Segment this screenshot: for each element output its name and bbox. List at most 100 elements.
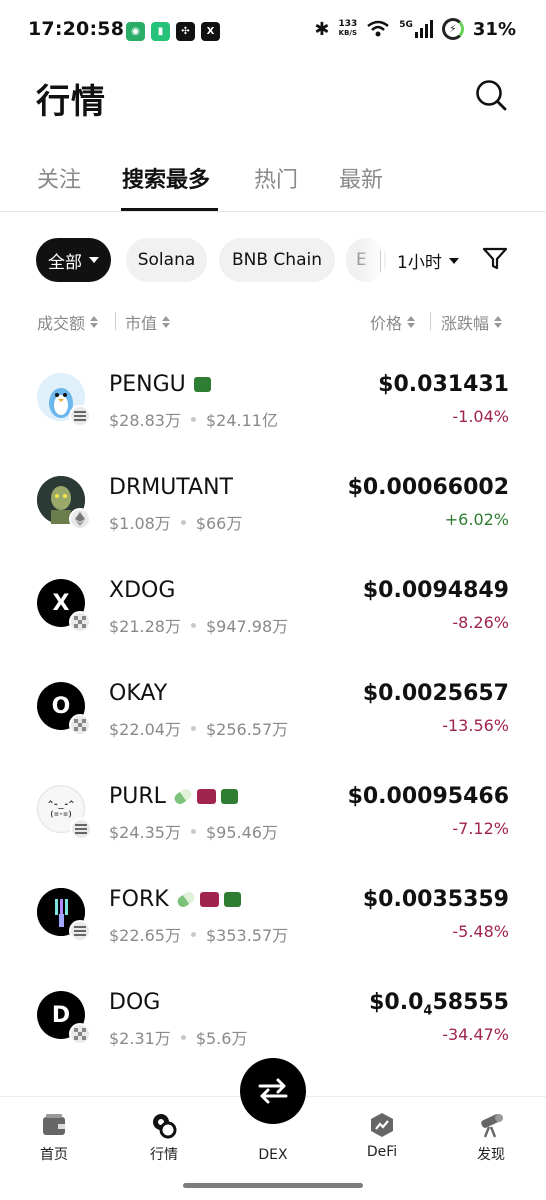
- token-symbol: PURL: [109, 784, 166, 809]
- svg-text:^-_-^: ^-_-^: [48, 800, 74, 810]
- dot-separator: [180, 519, 186, 525]
- token-row[interactable]: PENGU $28.83万 $24.11亿 $0.031431 -1.04%: [0, 346, 546, 449]
- sort-volume[interactable]: 成交额: [37, 310, 99, 334]
- sort-icon: [494, 316, 503, 328]
- token-stats: $22.65万 $353.57万: [109, 922, 288, 946]
- wallet-tag-icon: [193, 377, 211, 392]
- solana-icon: [69, 405, 91, 427]
- nav-discover[interactable]: 发现: [456, 1111, 526, 1164]
- token-price: $0.031431: [378, 372, 509, 397]
- nav-defi[interactable]: DeFi: [347, 1111, 417, 1160]
- status-time: 17:20:58: [28, 18, 125, 40]
- token-volume: $2.31万: [109, 1029, 171, 1048]
- token-name: FORK: [109, 887, 241, 912]
- token-change: -8.26%: [452, 613, 509, 632]
- token-name: XDOG: [109, 578, 175, 603]
- sort-price[interactable]: 价格: [370, 310, 416, 334]
- token-change: -13.56%: [442, 716, 509, 735]
- net-speed: 133 KB/S: [338, 20, 357, 38]
- tab-most-searched[interactable]: 搜索最多: [122, 162, 210, 194]
- column-volume-label: 成交额: [37, 314, 86, 333]
- search-icon[interactable]: [474, 78, 508, 112]
- token-price: $0.0025657: [362, 681, 509, 706]
- chip-all[interactable]: 全部: [36, 238, 111, 282]
- token-symbol: OKAY: [109, 681, 168, 706]
- dex-swap-button[interactable]: [240, 1058, 306, 1124]
- token-row[interactable]: FORK $22.65万 $353.57万 $0.0035359 -5.48%: [0, 861, 546, 964]
- status-bar: 17:20:58 ◉ ▮ ✣ X ✱ 133 KB/S 5G ⚡ 31%: [0, 0, 546, 64]
- token-change: -5.48%: [452, 922, 509, 941]
- time-range-label: 1小时: [397, 253, 442, 273]
- nav-home[interactable]: 首页: [19, 1111, 89, 1164]
- token-name: OKAY: [109, 681, 167, 706]
- tab-active-indicator: [121, 208, 218, 211]
- token-avatar: O: [37, 682, 91, 736]
- time-range-select[interactable]: 1小时: [397, 248, 459, 273]
- defi-icon: [371, 1113, 393, 1137]
- sort-icon: [407, 316, 416, 328]
- column-headers: 成交额 市值 价格 涨跌幅: [0, 308, 546, 336]
- token-row[interactable]: X XDOG $21.28万 $947.98万 $0.0094849 -8.26…: [0, 552, 546, 655]
- token-symbol: FORK: [109, 887, 169, 912]
- token-name: PURL: [109, 784, 238, 809]
- token-row[interactable]: DRMUTANT $1.08万 $66万 $0.00066002 +6.02%: [0, 449, 546, 552]
- token-letter: X: [52, 590, 70, 616]
- token-market-cap: $256.57万: [206, 720, 289, 739]
- xlayer-icon: [69, 714, 91, 736]
- column-change-label: 涨跌幅: [441, 314, 490, 333]
- battery-level: 31%: [472, 18, 516, 40]
- column-price-label: 价格: [370, 314, 403, 333]
- column-market-cap-label: 市值: [125, 314, 158, 333]
- token-row[interactable]: ^-_-^ (=·=) PURL $24.35万 $95.46万 $0.0009…: [0, 758, 546, 861]
- price-digits: 58555: [432, 990, 509, 1015]
- sort-change[interactable]: 涨跌幅: [441, 310, 503, 334]
- token-market-cap: $353.57万: [206, 926, 289, 945]
- tab-newest[interactable]: 最新: [339, 162, 383, 194]
- chevron-down-icon: [89, 257, 99, 263]
- token-price: $0.00095466: [347, 784, 509, 809]
- dot-separator: [191, 725, 196, 731]
- okx-app-icon: ✣: [176, 22, 195, 41]
- sort-icon: [162, 316, 171, 328]
- xlayer-icon: [69, 1023, 91, 1045]
- token-stats: $2.31万 $5.6万: [109, 1025, 247, 1049]
- token-market-cap: $66万: [195, 514, 243, 533]
- filter-icon[interactable]: [482, 246, 508, 272]
- tab-watchlist[interactable]: 关注: [37, 162, 81, 194]
- token-avatar: D: [37, 991, 91, 1045]
- token-avatar: [37, 373, 91, 427]
- signal-icon: 5G: [399, 20, 433, 38]
- coins-icon: [153, 1114, 177, 1139]
- token-change: -7.12%: [452, 819, 509, 838]
- token-volume: $1.08万: [109, 514, 171, 533]
- token-change: -34.47%: [442, 1025, 509, 1044]
- code-tag-icon: [196, 789, 216, 804]
- status-system-icons: ✱ 133 KB/S 5G ⚡ 31%: [314, 18, 516, 40]
- status-notification-icons: ◉ ▮ ✣ X: [126, 22, 220, 41]
- nav-dex[interactable]: DEX: [238, 1147, 308, 1163]
- token-volume: $22.04万: [109, 720, 181, 739]
- token-tags: [193, 377, 211, 392]
- token-letter: D: [51, 1002, 71, 1028]
- tab-hot[interactable]: 热门: [254, 162, 298, 194]
- token-stats: $21.28万 $947.98万: [109, 613, 288, 637]
- chip-bnb-chain[interactable]: BNB Chain: [219, 238, 335, 282]
- nav-dex-label: DEX: [258, 1147, 288, 1163]
- price-prefix: $0.0: [369, 990, 424, 1015]
- home-indicator[interactable]: [183, 1183, 363, 1188]
- battery-icon: ⚡: [441, 18, 464, 40]
- token-tags: [175, 889, 241, 910]
- nav-market[interactable]: 行情: [129, 1111, 199, 1164]
- solana-icon: [69, 920, 91, 942]
- chip-solana[interactable]: Solana: [126, 238, 207, 282]
- dot-separator: [191, 828, 196, 834]
- token-letter: O: [51, 693, 71, 719]
- column-separator: [430, 312, 431, 330]
- x-app-icon: X: [201, 22, 220, 41]
- token-row[interactable]: O OKAY $22.04万 $256.57万 $0.0025657 -13.5…: [0, 655, 546, 758]
- wallet-icon: [43, 1114, 65, 1135]
- token-market-cap: $947.98万: [206, 617, 289, 636]
- token-row[interactable]: D DOG $2.31万 $5.6万 $0.0458555 -34.47%: [0, 964, 546, 1067]
- sort-market-cap[interactable]: 市值: [125, 310, 171, 334]
- dot-separator: [191, 931, 196, 937]
